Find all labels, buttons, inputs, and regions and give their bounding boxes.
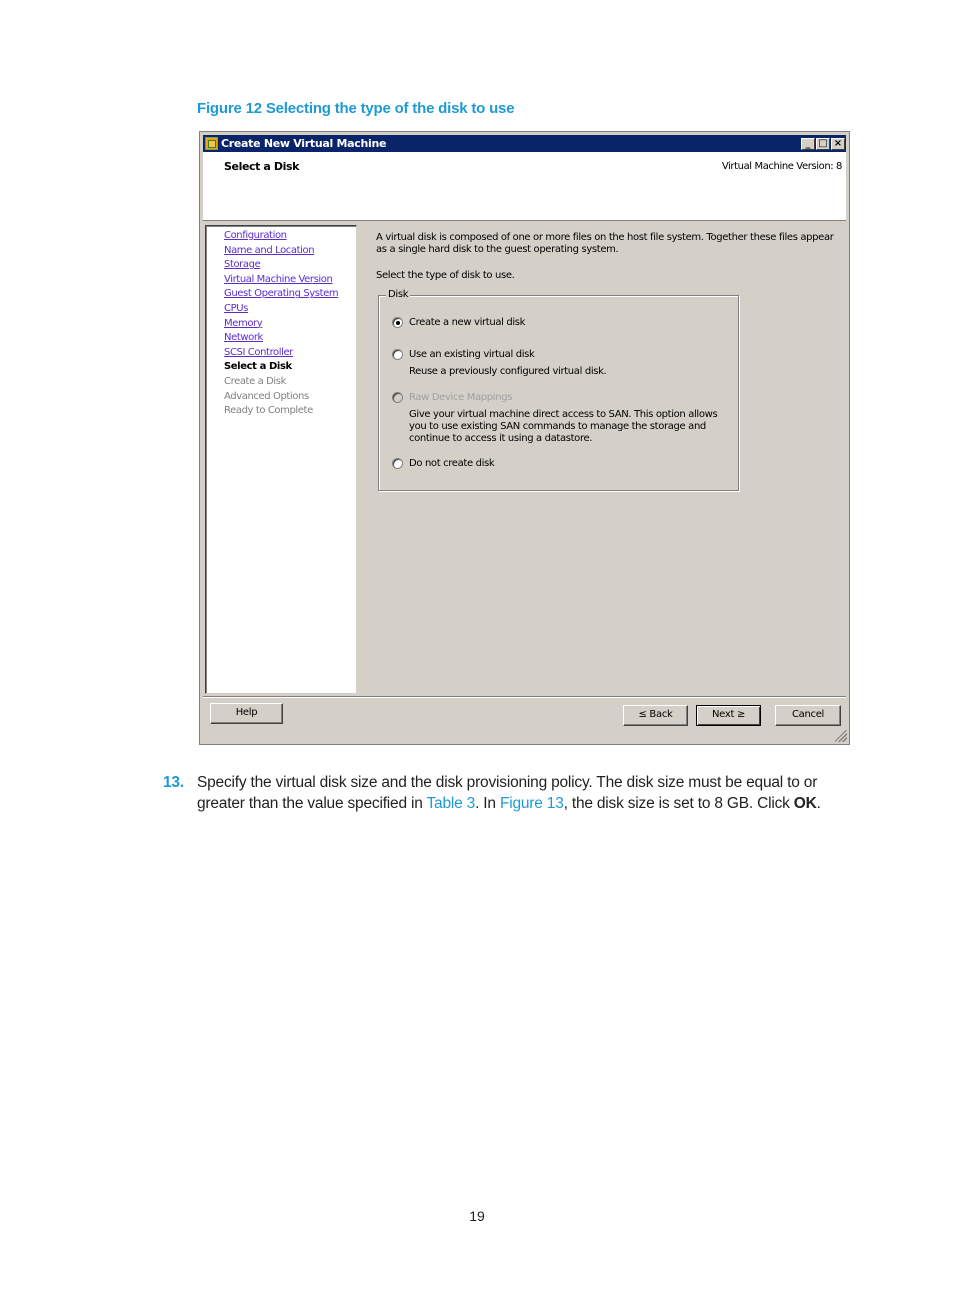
radio-use-existing-disk[interactable]: Use an existing virtual disk — [392, 349, 535, 360]
option-label: Use an existing virtual disk — [409, 349, 535, 360]
instruction-step: 13. Specify the virtual disk size and th… — [163, 772, 863, 814]
step-text-part: . In — [475, 795, 500, 812]
nav-item-select-a-disk: Select a Disk — [224, 361, 292, 373]
nav-item-network[interactable]: Network — [224, 331, 356, 346]
minimize-button[interactable]: _ — [801, 137, 815, 150]
select-type-label: Select the type of disk to use. — [376, 270, 515, 281]
vm-version-label: Virtual Machine Version: 8 — [721, 161, 843, 172]
ok-emphasis: OK — [793, 795, 817, 812]
page-number: 19 — [469, 1208, 485, 1224]
nav-item-vm-version[interactable]: Virtual Machine Version — [224, 273, 356, 288]
wizard-step-nav: Configuration Name and Location Storage … — [205, 225, 357, 694]
radio-do-not-create-disk[interactable]: Do not create disk — [392, 458, 495, 469]
step-text-part: . — [816, 795, 821, 812]
option-description: Reuse a previously configured virtual di… — [409, 366, 607, 377]
back-button[interactable]: ≤ Back — [623, 705, 688, 726]
window-title: Create New Virtual Machine — [221, 137, 387, 150]
nav-item-create-a-disk: Create a Disk — [224, 375, 286, 387]
nav-item-scsi-controller[interactable]: SCSI Controller — [224, 346, 356, 361]
option-label: Do not create disk — [409, 458, 495, 469]
nav-item-ready-to-complete: Ready to Complete — [224, 405, 313, 417]
nav-item-name-and-location[interactable]: Name and Location — [224, 244, 356, 259]
wizard-header: Select a Disk Virtual Machine Version: 8 — [203, 152, 846, 221]
nav-item-memory[interactable]: Memory — [224, 317, 356, 332]
step-text-part: , the disk size is set to 8 GB. Click — [563, 795, 794, 812]
intro-text: A virtual disk is composed of one or mor… — [376, 232, 834, 255]
radio-unchecked-icon[interactable] — [392, 458, 403, 469]
radio-raw-device-mappings: Raw Device Mappings — [392, 392, 512, 403]
nav-item-cpus[interactable]: CPUs — [224, 302, 356, 317]
nav-item-configuration[interactable]: Configuration — [224, 229, 356, 244]
disk-groupbox: Disk Create a new virtual disk Use an ex… — [378, 289, 739, 491]
option-label: Create a new virtual disk — [409, 317, 526, 328]
option-description: Give your virtual machine direct access … — [409, 409, 718, 444]
help-button[interactable]: Help — [210, 703, 283, 724]
cancel-button[interactable]: Cancel — [775, 705, 841, 726]
nav-item-storage[interactable]: Storage — [224, 258, 356, 273]
step-number: 13. — [163, 774, 184, 791]
disk-group-label: Disk — [386, 289, 411, 300]
radio-disabled-icon — [392, 392, 403, 403]
nav-item-advanced-options: Advanced Options — [224, 390, 309, 402]
title-bar[interactable]: Create New Virtual Machine _ □ × — [203, 135, 846, 152]
close-button[interactable]: × — [831, 137, 845, 150]
option-label: Raw Device Mappings — [409, 392, 513, 403]
radio-checked-icon[interactable] — [392, 317, 403, 328]
radio-unchecked-icon[interactable] — [392, 349, 403, 360]
step-text: Specify the virtual disk size and the di… — [197, 772, 863, 814]
next-button[interactable]: Next ≥ — [696, 705, 761, 726]
step-title: Select a Disk — [224, 160, 300, 173]
figure-13-link[interactable]: Figure 13 — [500, 795, 564, 812]
table-3-link[interactable]: Table 3 — [426, 795, 475, 812]
nav-item-guest-os[interactable]: Guest Operating System — [224, 287, 356, 302]
resize-grip-icon[interactable] — [835, 730, 847, 742]
radio-create-new-disk[interactable]: Create a new virtual disk — [392, 317, 525, 328]
content-pane: A virtual disk is composed of one or mor… — [376, 232, 846, 281]
maximize-button[interactable]: □ — [816, 137, 830, 150]
create-vm-dialog: Create New Virtual Machine _ □ × Select … — [199, 131, 850, 745]
footer-divider — [203, 696, 846, 698]
figure-caption: Figure 12 Selecting the type of the disk… — [197, 100, 515, 117]
vsphere-app-icon — [205, 137, 218, 150]
